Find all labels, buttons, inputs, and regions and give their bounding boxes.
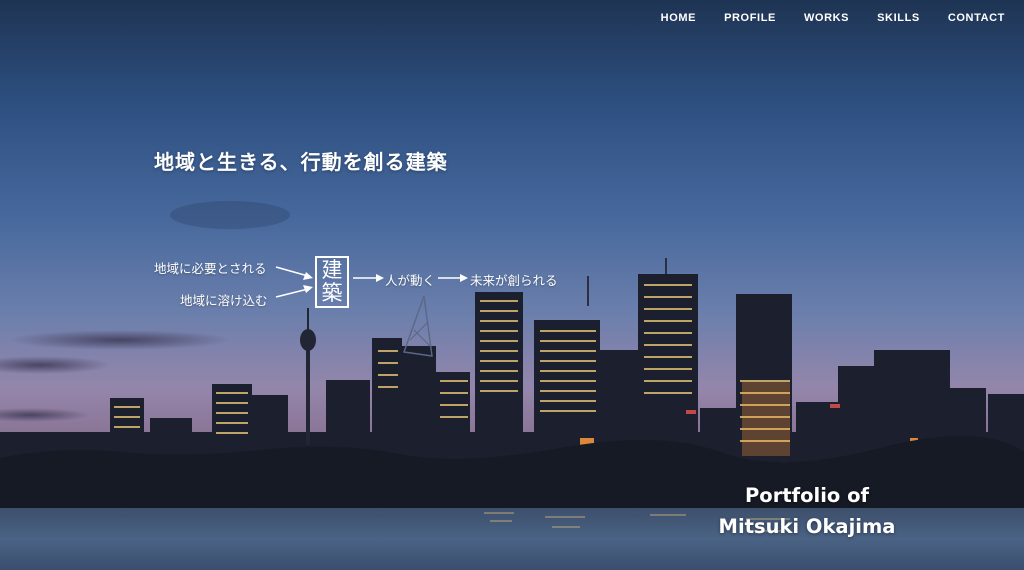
nav-contact-link[interactable]: CONTACT xyxy=(948,12,1005,24)
kanji-top-char: 建 xyxy=(321,258,343,282)
concept-input-bottom: 地域に溶け込む xyxy=(180,293,268,308)
hero-section: HOME PROFILE WORKS SKILLS CONTACT 地域と生きる… xyxy=(0,0,1024,570)
portfolio-title-line2: Mitsuki Okajima xyxy=(718,515,896,538)
main-navigation: HOME PROFILE WORKS SKILLS CONTACT xyxy=(661,12,1005,24)
portfolio-title-line1: Portfolio of xyxy=(745,484,869,507)
hero-headline: 地域と生きる、行動を創る建築 xyxy=(154,150,448,174)
kanji-bottom-char: 築 xyxy=(321,281,343,305)
nav-home-link[interactable]: HOME xyxy=(661,12,696,24)
concept-step-one: 人が動く xyxy=(385,273,436,288)
portfolio-title: Portfolio of Mitsuki Okajima xyxy=(712,480,902,542)
concept-input-top: 地域に必要とされる xyxy=(154,261,267,276)
nav-works-link[interactable]: WORKS xyxy=(804,12,849,24)
architecture-kanji-box: 建 築 xyxy=(315,256,349,308)
nav-profile-link[interactable]: PROFILE xyxy=(724,12,776,24)
nav-skills-link[interactable]: SKILLS xyxy=(877,12,920,24)
concept-step-two: 未来が創られる xyxy=(470,273,558,288)
